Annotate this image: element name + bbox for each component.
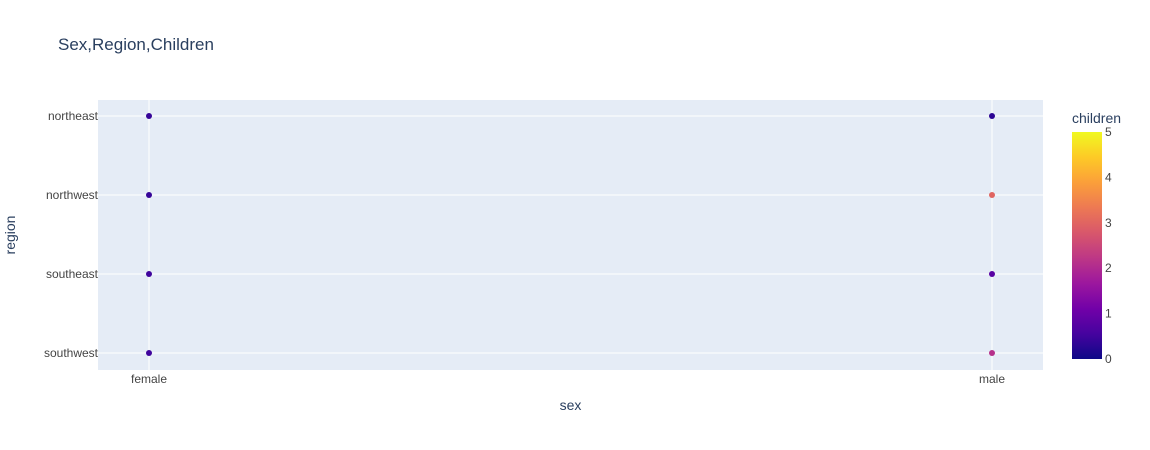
data-point-female-northeast [146,113,152,119]
colorbar-tick-label: 0 [1105,352,1112,366]
data-point-female-southeast [146,271,152,277]
colorbar-title: children [1072,110,1121,126]
colorbar-tick-label: 5 [1105,125,1112,139]
y-axis-label: region [2,216,18,255]
chart-title: Sex,Region,Children [58,35,214,54]
colorbar-tick-label: 1 [1105,307,1112,321]
y-tick-labels: southwest southeast northwest northeast [44,109,99,360]
data-point-male-northwest [989,192,995,198]
y-tick-label-northwest: northwest [46,188,99,202]
colorbar: children 0 1 2 3 4 5 [1072,110,1121,366]
x-axis-label: sex [560,397,582,413]
y-tick-label-northeast: northeast [48,109,99,123]
colorbar-tick-label: 2 [1105,261,1112,275]
x-tick-label-female: female [131,372,167,386]
chart-container: Sex,Region,Children female male southwest… [0,0,1150,450]
colorbar-ticks: 0 1 2 3 4 5 [1105,125,1112,366]
y-tick-label-southeast: southeast [46,267,99,281]
x-tick-label-male: male [979,372,1005,386]
data-point-female-northwest [146,192,152,198]
data-point-female-southwest [146,350,152,356]
colorbar-gradient [1072,132,1102,359]
plot-background [98,100,1043,370]
data-point-male-southwest [989,350,995,356]
x-tick-labels: female male [131,372,1005,386]
colorbar-tick-label: 4 [1105,170,1112,184]
data-point-male-southeast [989,271,995,277]
colorbar-tick-label: 3 [1105,216,1112,230]
y-tick-label-southwest: southwest [44,346,99,360]
scatter-chart: Sex,Region,Children female male southwest… [2,35,1121,413]
data-point-male-northeast [989,113,995,119]
